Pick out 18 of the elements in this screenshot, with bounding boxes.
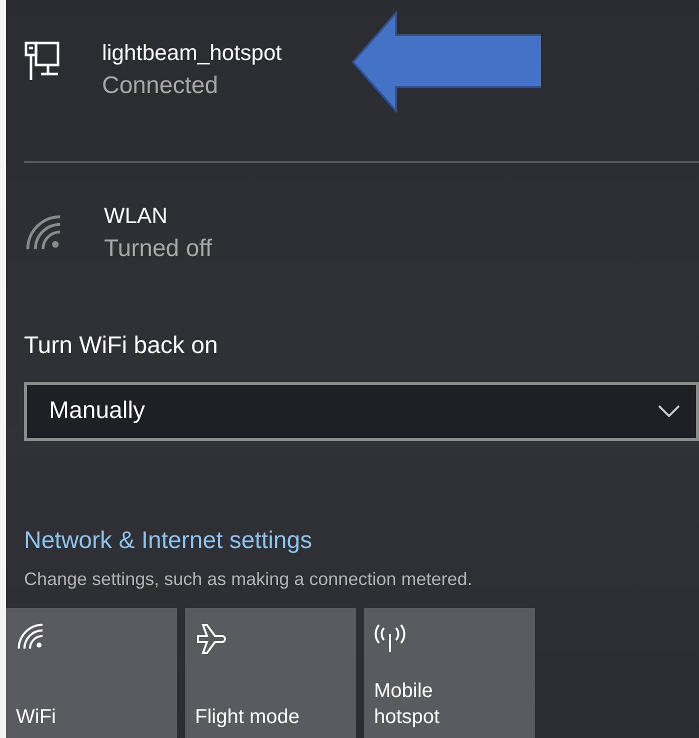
chevron-down-icon (658, 405, 680, 418)
antenna-icon (374, 622, 406, 654)
wifi-icon (24, 212, 62, 251)
schedule-dropdown[interactable]: Manually (24, 382, 699, 441)
quick-action-tile[interactable]: WiFi (6, 608, 177, 738)
network-status: Turned off (104, 234, 212, 263)
settings-link[interactable]: Network & Internet settings (24, 527, 312, 555)
network-name: lightbeam_hotspot (102, 40, 282, 66)
network-status: Connected (102, 72, 220, 100)
settings-description: Change settings, such as making a connection metered. (24, 569, 474, 590)
quick-action-tile[interactable]: Mobile hotspot (364, 608, 535, 738)
turn-on-label: Turn WiFi back on (24, 332, 219, 360)
quick-action-tile[interactable]: Flight mode (185, 608, 356, 738)
dropdown-value: Manually (49, 397, 146, 426)
monitor-icon (24, 40, 60, 82)
wifi-icon (16, 622, 44, 650)
network-name: WLAN (104, 202, 169, 229)
airplane-icon (195, 622, 227, 654)
